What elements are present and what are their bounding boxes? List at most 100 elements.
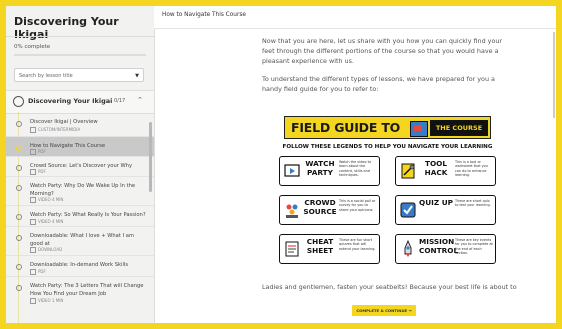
lesson-type: VIDEO 4 MIN [30, 197, 63, 203]
lesson-item[interactable]: Downloadable: What I love + What I am go… [6, 227, 154, 256]
legend-description: Watch the video to learn about the conte… [339, 160, 372, 178]
legend-title: MISSION CONTROL [419, 237, 459, 255]
lesson-item[interactable]: Crowd Source: Let's Discover your Why PD… [6, 157, 154, 177]
closing-paragraph: Ladies and gentlemen, fasten your seatbe… [262, 283, 517, 291]
legend-title: CROWD SOURCE [303, 198, 337, 216]
section-header[interactable]: Discovering Your Ikigai 0/17 ⌃ [6, 90, 154, 114]
legend-description: These are short quiz to test your learni… [455, 199, 491, 208]
lesson-type: PDF [30, 149, 46, 155]
lesson-item-active[interactable]: How to Navigate This Course PDF [6, 137, 154, 157]
lesson-item[interactable]: Downloadable: In-demand Work Skills PDF [6, 256, 154, 277]
course-title: Discovering Your Ikigai [14, 15, 119, 41]
app-window: Discovering Your Ikigai 0% complete Sear… [6, 6, 556, 323]
lesson-type-label: PDF [38, 269, 46, 274]
lesson-status-icon [16, 121, 22, 127]
mission-icon [404, 240, 412, 257]
complete-continue-button[interactable]: COMPLETE & CONTINUE → [352, 305, 416, 316]
lesson-type: PDF [30, 269, 46, 275]
lesson-title: Crowd Source: Let's Discover your Why [30, 163, 133, 169]
lesson-type: DOWNLOAD [30, 247, 62, 253]
section-count: 0/17 [114, 98, 126, 104]
section-title: Discovering Your Ikigai [28, 97, 113, 105]
field-guide-image: FIELD GUIDE TO THE COURSE FOLLOW THESE L… [264, 116, 511, 278]
pdf-icon [30, 169, 36, 175]
search-label: Search by lesson title [19, 73, 73, 79]
guide-intro-paragraph: To understand the different types of les… [262, 75, 495, 93]
sidebar-scrollbar[interactable] [149, 122, 152, 192]
field-guide-banner: FIELD GUIDE TO THE COURSE [284, 116, 491, 139]
lesson-type: CUSTOM/INTERMIDIA [30, 127, 80, 133]
lesson-item[interactable]: Watch Party: The 3 Letters That will Cha… [6, 277, 154, 323]
lesson-item[interactable]: Discover Ikigai | Overview CUSTOM/INTERM… [6, 113, 154, 137]
video-icon [30, 197, 36, 203]
lesson-type-label: CUSTOM/INTERMIDIA [38, 127, 81, 132]
lesson-status-icon [16, 264, 22, 270]
legend-card-crowd-source: CROWD SOURCE This is a social poll or su… [279, 195, 380, 225]
lesson-type: PDF [30, 169, 46, 175]
legend-title: QUIZ UP [419, 198, 453, 207]
legend-title: CHEAT SHEET [306, 237, 334, 255]
divider [6, 36, 154, 37]
course-icon [410, 121, 428, 137]
section-status-icon [13, 96, 24, 107]
video-icon [30, 219, 36, 225]
legend-card-tool-hack: TOOL HACK This is a tool or worksheet th… [395, 156, 496, 186]
lesson-title: Watch Party: So What Really Is Your Pass… [30, 212, 146, 218]
pdf-icon [30, 269, 36, 275]
lesson-status-icon [16, 214, 22, 220]
chevron-up-icon[interactable]: ⌃ [137, 96, 143, 104]
tool-icon [401, 163, 415, 179]
legend-description: These are key events for you to complete… [455, 238, 493, 256]
lesson-breadcrumb: How to Navigate This Course [162, 12, 246, 18]
lesson-type-label: DOWNLOAD [38, 247, 63, 252]
lesson-title: How to Navigate This Course [30, 143, 106, 149]
lesson-type-label: PDF [38, 169, 46, 174]
lesson-content: Now that you are here, let us share with… [154, 28, 556, 323]
legend-title: TOOL HACK [424, 159, 448, 177]
content-scrollbar[interactable] [553, 32, 555, 118]
lesson-status-icon [16, 285, 22, 291]
lesson-title: Downloadable: In-demand Work Skills [30, 262, 129, 268]
lesson-item[interactable]: Watch Party: So What Really Is Your Pass… [6, 206, 154, 227]
lesson-type-label: PDF [38, 149, 46, 154]
field-guide-subtitle: FOLLOW THESE LEGENDS TO HELP YOU NAVIGAT… [282, 144, 493, 150]
lesson-type-label: VIDEO 4 MIN [38, 197, 64, 202]
video-icon [30, 298, 36, 304]
cheat-sheet-icon [285, 241, 299, 257]
video-icon [284, 164, 300, 177]
lesson-type-label: VIDEO 1 MIN [38, 298, 64, 303]
legend-card-quiz-up: QUIZ UP These are short quiz to test you… [395, 195, 496, 225]
course-sidebar: Discovering Your Ikigai 0% complete Sear… [6, 6, 155, 323]
legend-card-watch-party: WATCH PARTY Watch the video to learn abo… [279, 156, 380, 186]
download-icon [30, 247, 36, 253]
lesson-title: Discover Ikigai | Overview [30, 119, 98, 125]
field-guide-title: FIELD GUIDE TO [291, 120, 401, 135]
lesson-type-label: VIDEO 4 MIN [38, 219, 64, 224]
crowd-icon [286, 204, 298, 218]
lesson-item[interactable]: Watch Party: Why Do We Wake Up In the Mo… [6, 177, 154, 206]
legend-card-cheat-sheet: CHEAT SHEET These are fun short quizzes … [279, 234, 380, 264]
quiz-icon [400, 202, 416, 218]
lesson-status-icon [16, 235, 22, 241]
lesson-title: Downloadable: What I love + What I am go… [30, 233, 134, 247]
file-icon [30, 127, 36, 133]
legend-title: WATCH PARTY [305, 159, 335, 177]
legend-description: This is a tool or worksheet that you can… [455, 160, 488, 178]
lesson-search-dropdown[interactable]: Search by lesson title ▼ [14, 68, 144, 82]
lesson-status-icon [16, 165, 22, 171]
lesson-type: VIDEO 4 MIN [30, 219, 63, 225]
intro-paragraph: Now that you are here, let us share with… [262, 37, 503, 65]
lesson-type: VIDEO 1 MIN [30, 298, 63, 304]
lesson-title: Watch Party: The 3 Letters That will Cha… [30, 283, 144, 297]
legend-description: These are fun short quizzes that will ex… [339, 238, 376, 251]
lesson-title: Watch Party: Why Do We Wake Up In the Mo… [30, 183, 136, 197]
caret-down-icon: ▼ [135, 73, 139, 79]
lesson-header: How to Navigate This Course [154, 6, 556, 29]
progress-bar [14, 54, 146, 56]
pdf-icon [30, 149, 36, 155]
legend-description: This is a social poll or survey for you … [339, 199, 376, 212]
progress-text: 0% complete [14, 44, 51, 50]
lesson-status-icon [16, 145, 22, 151]
legend-card-mission-control: MISSION CONTROL These are key events for… [395, 234, 496, 264]
lesson-status-icon [16, 185, 22, 191]
